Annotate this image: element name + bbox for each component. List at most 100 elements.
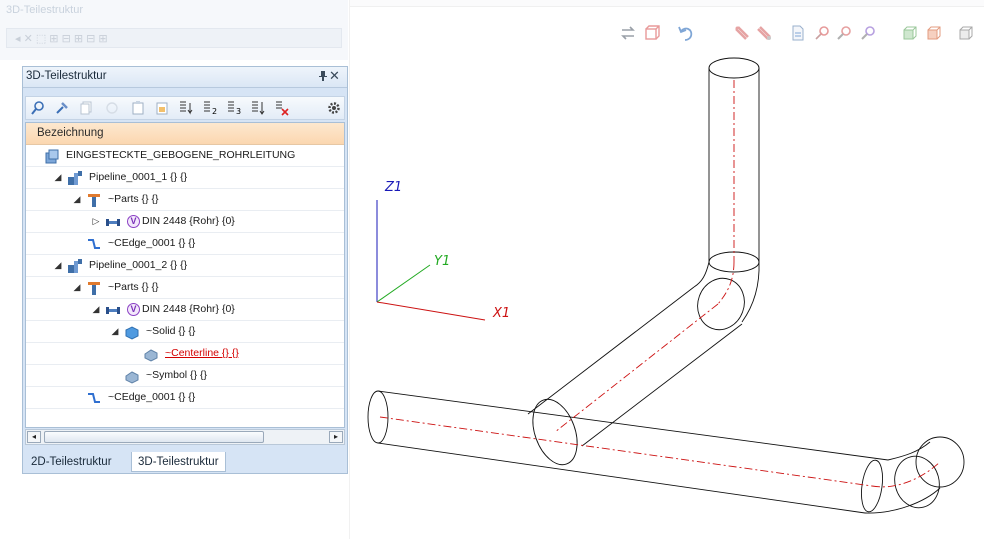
- tree-row-label: EINGESTECKTE_GEBOGENE_ROHRLEITUNG: [66, 149, 296, 161]
- sort-1-icon[interactable]: [178, 100, 194, 116]
- pick-icon[interactable]: [54, 100, 70, 116]
- coordinate-axes: [376, 200, 486, 321]
- panel-header: 3D-Teilestruktur ✕: [23, 67, 347, 88]
- parts-icon: [86, 280, 102, 296]
- tree-row-label: Pipeline_0001_2 {} {}: [89, 259, 188, 271]
- collapse-toggle[interactable]: ◢: [91, 304, 101, 314]
- scroll-thumb[interactable]: [44, 431, 264, 443]
- panel-toolbar: 2 3: [25, 96, 345, 120]
- tree-row-label: Pipeline_0001_1 {} {}: [89, 171, 188, 183]
- column-header-bezeichnung[interactable]: Bezeichnung: [26, 123, 344, 145]
- tree-row-label: DIN 2448 {Rohr} {0}: [142, 215, 235, 227]
- tree-row[interactable]: ◢ V DIN 2448 {Rohr} {0}: [26, 299, 344, 321]
- tree-row[interactable]: ◢ Pipeline_0001_2 {} {}: [26, 255, 344, 277]
- horizontal-scrollbar[interactable]: ◂ ▸: [25, 429, 345, 445]
- tree-row-label: ~CEdge_0001 {} {}: [108, 391, 196, 403]
- 3d-viewport[interactable]: Z1 Y1 X1: [350, 40, 984, 539]
- collapse-toggle[interactable]: ◢: [72, 194, 82, 204]
- background-panel: 3D-Teilestruktur ◂ ✕ ⬚ ⊞ ⊟ ⊞ ⊟ ⊞: [0, 0, 348, 60]
- variant-badge: V: [127, 215, 140, 228]
- pipe-icon: [105, 214, 121, 230]
- centerlines: [379, 80, 941, 488]
- pin-icon[interactable]: [317, 70, 329, 82]
- paste-icon[interactable]: [130, 100, 146, 116]
- centerline-long: [379, 416, 873, 487]
- scroll-right-button[interactable]: ▸: [329, 431, 343, 443]
- collapse-toggle[interactable]: ◢: [72, 282, 82, 292]
- diag-pipe-end-ring: [532, 398, 578, 466]
- top-separator: [350, 0, 984, 7]
- bend2-ring: [894, 455, 940, 509]
- tree-row[interactable]: ◢ ~Parts {} {}: [26, 277, 344, 299]
- edge-icon: [86, 236, 102, 252]
- structure-tree: Bezeichnung EINGESTECKTE_GEBOGENE_ROHRLE…: [25, 122, 345, 428]
- tree-row[interactable]: ~Centerline {} {}: [26, 343, 344, 365]
- bend-outer-left: [693, 261, 710, 288]
- centerline-icon: [143, 346, 159, 362]
- background-panel-toolbar: ◂ ✕ ⬚ ⊞ ⊟ ⊞ ⊟ ⊞: [6, 28, 342, 48]
- tree-row[interactable]: ~Symbol {} {}: [26, 365, 344, 387]
- sort-2-icon[interactable]: 2: [202, 100, 218, 116]
- settings-icon[interactable]: [326, 100, 342, 116]
- tree-row-label: ~Parts {} {}: [108, 193, 159, 205]
- scroll-left-button[interactable]: ◂: [27, 431, 41, 443]
- pipe-icon: [105, 302, 121, 318]
- diag-pipe-bottom-edge: [581, 323, 743, 447]
- collapse-toggle[interactable]: ◢: [53, 172, 63, 182]
- tree-row-label: ~CEdge_0001 {} {}: [108, 237, 196, 249]
- svg-text:3: 3: [236, 107, 241, 116]
- assembly-icon: [44, 148, 60, 164]
- tree-row[interactable]: ◢ Pipeline_0001_1 {} {}: [26, 167, 344, 189]
- paste-alt-icon[interactable]: [154, 100, 170, 116]
- tab-2d-teilestruktur[interactable]: 2D-Teilestruktur: [25, 452, 118, 472]
- background-panel-title: 3D-Teilestruktur: [6, 4, 84, 16]
- x-axis-line: [376, 301, 486, 321]
- tab-3d-teilestruktur[interactable]: 3D-Teilestruktur: [131, 452, 226, 472]
- axis-label-y: Y1: [434, 254, 451, 269]
- parts-icon: [86, 192, 102, 208]
- pipeline-icon: [67, 170, 83, 186]
- solid-icon: [124, 324, 140, 340]
- find-icon[interactable]: [30, 100, 46, 116]
- panel-title: 3D-Teilestruktur: [26, 70, 107, 82]
- tree-row-label: DIN 2448 {Rohr} {0}: [142, 303, 235, 315]
- tree-row-label: ~Solid {} {}: [146, 325, 196, 337]
- edge-icon: [86, 390, 102, 406]
- centerline-bend: [717, 261, 735, 305]
- variant-badge: V: [127, 303, 140, 316]
- sort-3-icon[interactable]: 3: [226, 100, 242, 116]
- long-pipe-bottom-edge: [377, 442, 866, 514]
- svg-text:2: 2: [212, 107, 217, 116]
- panel-tabs: 2D-Teilestruktur 3D-Teilestruktur: [23, 451, 347, 473]
- expand-toggle[interactable]: ▷: [91, 216, 101, 226]
- tree-row[interactable]: ~CEdge_0001 {} {}: [26, 233, 344, 255]
- viewport-canvas: [367, 57, 965, 514]
- pipe-geometry: [367, 57, 965, 514]
- tree-row[interactable]: EINGESTECKTE_GEBOGENE_ROHRLEITUNG: [26, 145, 344, 167]
- long-pipe-top-edge: [377, 390, 889, 461]
- tree-row-label[interactable]: ~Centerline {} {}: [165, 347, 239, 359]
- tree-row[interactable]: ◢ ~Parts {} {}: [26, 189, 344, 211]
- tree-row[interactable]: ▷ V DIN 2448 {Rohr} {0}: [26, 211, 344, 233]
- sort-delete-icon[interactable]: [274, 100, 290, 116]
- tree-row-label: ~Parts {} {}: [108, 281, 159, 293]
- close-icon[interactable]: ✕: [329, 68, 343, 83]
- pipe-top-cap: [708, 57, 760, 79]
- part-structure-panel: 3D-Teilestruktur ✕ 2 3 Bezeichnung EINGE…: [22, 66, 348, 474]
- collapse-toggle[interactable]: ◢: [110, 326, 120, 336]
- long-pipe-start-cap: [367, 390, 389, 444]
- sort-down-icon[interactable]: [250, 100, 266, 116]
- symbol-icon: [124, 368, 140, 384]
- tree-row[interactable]: ◢ ~Solid {} {}: [26, 321, 344, 343]
- centerline-diagonal: [554, 303, 719, 433]
- cut-icon[interactable]: [104, 100, 120, 116]
- bend2-end-cap: [915, 436, 965, 488]
- diag-pipe-top-edge: [527, 286, 695, 415]
- bend-end-ring: [697, 277, 745, 331]
- copy-icon[interactable]: [78, 100, 94, 116]
- axis-label-x: X1: [493, 306, 511, 321]
- column-header-label: Bezeichnung: [37, 127, 104, 139]
- collapse-toggle[interactable]: ◢: [53, 260, 63, 270]
- axis-label-z: Z1: [385, 180, 403, 195]
- tree-row[interactable]: ~CEdge_0001 {} {}: [26, 387, 344, 409]
